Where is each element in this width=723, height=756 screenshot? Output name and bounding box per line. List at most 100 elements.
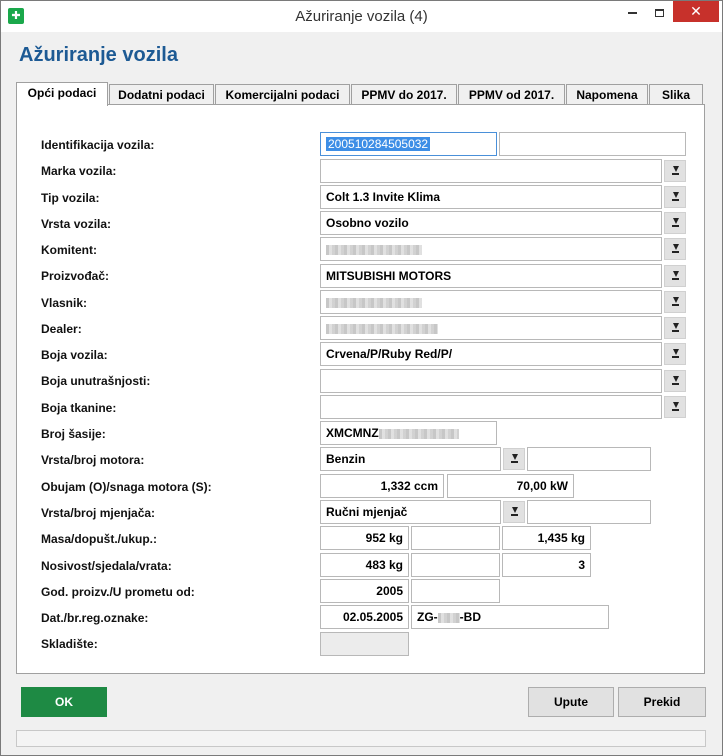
masa-input[interactable]: 952 kg (320, 526, 409, 550)
identifikacija-input[interactable]: 200510284505032 (320, 132, 497, 156)
komitent-dropdown-button[interactable] (664, 238, 686, 260)
komitent-input[interactable] (320, 237, 662, 261)
label-vlasnik: Vlasnik: (41, 296, 88, 310)
motor-input[interactable]: Benzin (320, 447, 501, 471)
ukupna-masa-input[interactable]: 1,435 kg (502, 526, 591, 550)
reg-oznaka-suffix: -BD (459, 610, 481, 624)
tip-input[interactable]: Colt 1.3 Invite Klima (320, 185, 662, 209)
download-arrow-icon (671, 402, 680, 412)
vlasnik-dropdown-button[interactable] (664, 291, 686, 313)
minimize-button[interactable] (619, 1, 646, 22)
label-boja-vozila: Boja vozila: (41, 348, 108, 362)
boja-vozila-input[interactable]: Crvena/P/Ruby Red/P/ (320, 342, 662, 366)
dopustena-masa-input[interactable] (411, 526, 500, 550)
label-god-proizv: God. proizv./U prometu od: (41, 585, 195, 599)
boja-unutrasnjosti-input[interactable] (320, 369, 662, 393)
maximize-icon (655, 8, 664, 17)
datum-registracije-input[interactable]: 02.05.2005 (320, 605, 409, 629)
label-mjenjac: Vrsta/broj mjenjača: (41, 506, 156, 520)
label-obujam: Obujam (O)/snaga motora (S): (41, 480, 212, 494)
registarska-oznaka-input[interactable]: ZG- -BD (411, 605, 609, 629)
obujam-input[interactable]: 1,332 ccm (320, 474, 444, 498)
download-arrow-icon (510, 507, 519, 517)
redacted-text (326, 297, 422, 308)
tip-dropdown-button[interactable] (664, 186, 686, 208)
upute-button[interactable]: Upute (528, 687, 614, 717)
broj-sasije-value: XMCMNZ (326, 426, 379, 440)
label-identifikacija: Identifikacija vozila: (41, 138, 155, 152)
label-komitent: Komitent: (41, 243, 97, 257)
identifikacija-value: 200510284505032 (326, 137, 431, 151)
window-title: Ažuriranje vozila (4) (295, 8, 428, 25)
tab-komercijalni-podaci[interactable]: Komercijalni podaci (215, 84, 350, 105)
broj-sasije-input[interactable]: XMCMNZ (320, 421, 497, 445)
boja-vozila-dropdown-button[interactable] (664, 343, 686, 365)
download-arrow-icon (671, 271, 680, 281)
minimize-icon (628, 11, 637, 14)
dealer-input[interactable] (320, 316, 662, 340)
boja-unutrasnjosti-dropdown-button[interactable] (664, 370, 686, 392)
label-boja-unutrasnjosti: Boja unutrašnjosti: (41, 374, 151, 388)
label-skladiste: Skladište: (41, 637, 98, 651)
label-dat-reg: Dat./br.reg.oznake: (41, 611, 149, 625)
maximize-button[interactable] (646, 1, 673, 22)
label-nosivost: Nosivost/sjedala/vrata: (41, 559, 172, 573)
download-arrow-icon (671, 297, 680, 307)
download-arrow-icon (671, 218, 680, 228)
marka-input[interactable] (320, 159, 662, 183)
vlasnik-input[interactable] (320, 290, 662, 314)
label-motor: Vrsta/broj motora: (41, 453, 145, 467)
title-bar: ✚ Ažuriranje vozila (4) ✕ (1, 1, 722, 32)
snaga-input[interactable]: 70,00 kW (447, 474, 574, 498)
tab-dodatni-podaci[interactable]: Dodatni podaci (109, 84, 214, 105)
godina-proizvodnje-input[interactable]: 2005 (320, 579, 409, 603)
label-dealer: Dealer: (41, 322, 82, 336)
mjenjac-dropdown-button[interactable] (503, 501, 525, 523)
tab-slika[interactable]: Slika (649, 84, 703, 105)
motor-dropdown-button[interactable] (503, 448, 525, 470)
vrata-input[interactable]: 3 (502, 553, 591, 577)
page-title: Ažuriranje vozila (19, 44, 178, 66)
download-arrow-icon (671, 192, 680, 202)
dealer-dropdown-button[interactable] (664, 317, 686, 339)
u-prometu-od-input[interactable] (411, 579, 500, 603)
redacted-text (378, 428, 459, 439)
nosivost-input[interactable]: 483 kg (320, 553, 409, 577)
redacted-text (326, 323, 438, 334)
label-vrsta: Vrsta vozila: (41, 217, 112, 231)
vrsta-dropdown-button[interactable] (664, 212, 686, 234)
label-marka: Marka vozila: (41, 164, 117, 178)
dialog-window: ✚ Ažuriranje vozila (4) ✕ Ažuriranje voz… (0, 0, 723, 756)
download-arrow-icon (510, 454, 519, 464)
download-arrow-icon (671, 244, 680, 254)
boja-tkanine-dropdown-button[interactable] (664, 396, 686, 418)
mjenjac-broj-input[interactable] (527, 500, 651, 524)
tab-ppmv-do-2017[interactable]: PPMV do 2017. (351, 84, 457, 105)
download-arrow-icon (671, 323, 680, 333)
status-bar (16, 730, 706, 747)
marka-dropdown-button[interactable] (664, 160, 686, 182)
download-arrow-icon (671, 166, 680, 176)
proizvodac-input[interactable]: MITSUBISHI MOTORS (320, 264, 662, 288)
close-button[interactable]: ✕ (673, 1, 719, 22)
sjedala-input[interactable] (411, 553, 500, 577)
label-broj-sasije: Broj šasije: (41, 427, 106, 441)
redacted-text (326, 244, 422, 255)
motor-broj-input[interactable] (527, 447, 651, 471)
boja-tkanine-input[interactable] (320, 395, 662, 419)
download-arrow-icon (671, 376, 680, 386)
prekid-button[interactable]: Prekid (618, 687, 706, 717)
vrsta-input[interactable]: Osobno vozilo (320, 211, 662, 235)
mjenjac-input[interactable]: Ručni mjenjač (320, 500, 501, 524)
tab-ppmv-od-2017[interactable]: PPMV od 2017. (458, 84, 565, 105)
label-proizvodac: Proizvođač: (41, 269, 110, 283)
redacted-text (437, 612, 460, 623)
skladiste-input (320, 632, 409, 656)
reg-oznaka-prefix: ZG- (417, 610, 438, 624)
tab-napomena[interactable]: Napomena (566, 84, 648, 105)
tab-opci-podaci[interactable]: Opći podaci (16, 82, 108, 106)
identifikacija-extra-input[interactable] (499, 132, 686, 156)
proizvodac-dropdown-button[interactable] (664, 265, 686, 287)
ok-button[interactable]: OK (21, 687, 107, 717)
label-masa: Masa/dopušt./ukup.: (41, 532, 158, 546)
